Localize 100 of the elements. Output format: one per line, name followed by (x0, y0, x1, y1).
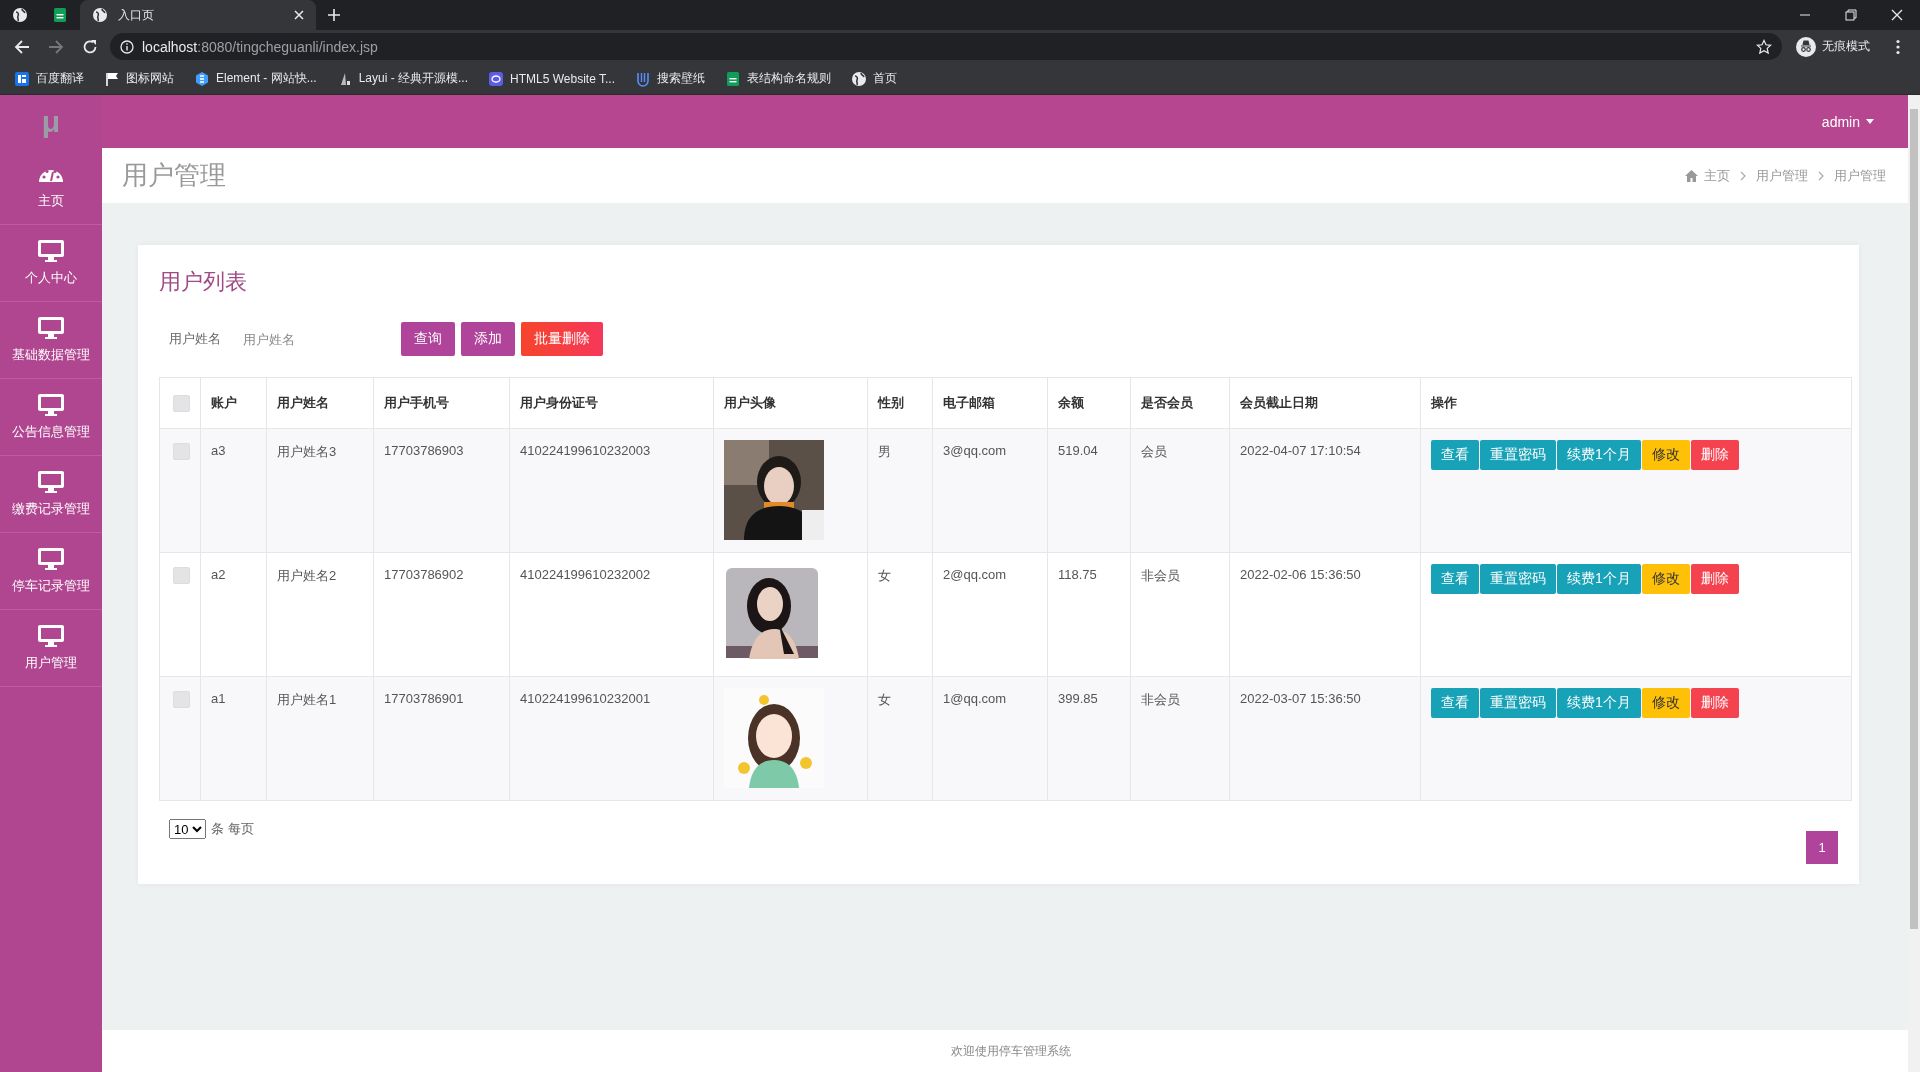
scrollbar[interactable] (1908, 95, 1920, 1072)
table-cell: 男 (867, 428, 933, 553)
table-cell: 399.85 (1047, 676, 1131, 801)
monitor-icon (37, 239, 65, 263)
checkbox[interactable] (173, 691, 190, 708)
star-icon[interactable] (1756, 38, 1772, 55)
column-header: 用户头像 (713, 377, 868, 429)
reload-icon[interactable] (82, 38, 98, 55)
close-icon[interactable] (1891, 9, 1903, 21)
table-cell: 17703786902 (373, 552, 510, 677)
address-bar[interactable]: localhost:8080/tingcheguanli/index.jsp (110, 33, 1782, 60)
action-button[interactable]: 续费1个月 (1557, 564, 1641, 594)
column-header: 用户身份证号 (509, 377, 714, 429)
page-size-label: 条 每页 (211, 820, 254, 838)
column-header: 操作 (1420, 377, 1852, 429)
action-button[interactable]: 修改 (1641, 688, 1690, 718)
bookmark[interactable]: Layui - 经典开源模... (328, 67, 477, 90)
globe-icon (92, 7, 108, 23)
checkbox[interactable] (173, 443, 190, 460)
caret-icon (1866, 119, 1874, 124)
bookmark[interactable]: 图标网站 (96, 67, 182, 90)
table-cell: a1 (200, 676, 267, 801)
search-field[interactable]: 用户姓名 (243, 327, 401, 351)
monitor-icon (37, 547, 65, 571)
forward-icon[interactable] (48, 38, 64, 55)
bookmark[interactable]: 百度翻译 (6, 67, 92, 90)
monitor-icon (37, 316, 65, 340)
action-button[interactable]: 删除 (1690, 440, 1739, 470)
table-cell: 非会员 (1130, 676, 1230, 801)
table-cell: 410224199610232001 (509, 676, 714, 801)
column-header: 余额 (1047, 377, 1131, 429)
column-header: 用户手机号 (373, 377, 510, 429)
translate-icon (14, 70, 30, 87)
bookmark[interactable]: Element - 网站快... (186, 67, 325, 90)
table-cell: 用户姓名1 (266, 676, 374, 801)
home-icon (1685, 169, 1698, 182)
action-button[interactable]: 修改 (1641, 440, 1690, 470)
table-cell: 17703786903 (373, 428, 510, 553)
checkbox[interactable] (173, 394, 190, 412)
action-button[interactable]: 查看 (1431, 564, 1479, 594)
browser-tab[interactable]: 入口页 (80, 0, 316, 30)
column-header: 用户姓名 (266, 377, 374, 429)
page-title: 用户管理 (122, 159, 226, 192)
table-cell: 2022-04-07 17:10:54 (1229, 428, 1421, 553)
table-cell: 女 (867, 552, 933, 677)
batch-delete-button[interactable]: 批量删除 (521, 322, 603, 356)
action-button[interactable]: 查看 (1431, 440, 1479, 470)
globe-icon (851, 70, 867, 87)
monitor-icon (37, 624, 65, 648)
toolbar-button[interactable]: 添加 (461, 322, 515, 356)
action-button[interactable]: 删除 (1690, 564, 1739, 594)
logo: μ (40, 103, 62, 140)
globe-icon[interactable] (12, 7, 28, 23)
action-button[interactable]: 续费1个月 (1557, 440, 1641, 470)
breadcrumb-link[interactable]: 用户管理 (1756, 166, 1808, 185)
chevron-icon (1740, 170, 1746, 181)
page-size-select[interactable]: 10 (169, 819, 206, 839)
flag-icon (104, 70, 120, 87)
table-cell: 2022-03-07 15:36:50 (1229, 676, 1421, 801)
breadcrumb-link[interactable]: 主页 (1704, 166, 1730, 185)
checkbox[interactable] (173, 567, 190, 584)
page-button[interactable]: 1 (1806, 831, 1838, 864)
bookmark[interactable]: HTML5 Website T... (480, 67, 623, 90)
table-cell: 用户姓名3 (266, 428, 374, 553)
table-cell: 3@qq.com (932, 428, 1048, 553)
back-icon[interactable] (14, 38, 30, 55)
sheet-icon[interactable] (52, 7, 68, 23)
table-cell: 用户姓名2 (266, 552, 374, 677)
sheet-icon (725, 70, 741, 87)
url-text: localhost:8080/tingcheguanli/index.jsp (142, 38, 378, 55)
monitor-icon (37, 470, 65, 494)
bookmark[interactable]: 表结构命名规则 (717, 67, 839, 90)
action-button[interactable]: 续费1个月 (1557, 688, 1641, 718)
toolbar-button[interactable]: 查询 (401, 322, 455, 356)
new-tab-icon[interactable] (327, 8, 341, 22)
table-cell: 519.04 (1047, 428, 1131, 553)
card-title: 用户列表 (159, 268, 248, 296)
action-button[interactable]: 查看 (1431, 688, 1479, 718)
restore-icon[interactable] (1845, 9, 1857, 21)
incognito-button[interactable]: 无痕模式 (1788, 33, 1878, 60)
action-button[interactable]: 重置密码 (1480, 564, 1556, 594)
action-button[interactable]: 重置密码 (1480, 688, 1556, 718)
close-icon[interactable] (294, 10, 304, 20)
user-menu[interactable]: admin (1821, 113, 1874, 130)
info-icon (120, 39, 134, 54)
action-button[interactable]: 重置密码 (1480, 440, 1556, 470)
table-cell: 2@qq.com (932, 552, 1048, 677)
table-cell: 非会员 (1130, 552, 1230, 677)
column-header: 账户 (200, 377, 267, 429)
bookmark[interactable]: 首页 (843, 67, 905, 90)
bookmark[interactable]: 搜索壁纸 (627, 67, 713, 90)
more-icon[interactable] (1896, 38, 1900, 55)
table-cell: 410224199610232002 (509, 552, 714, 677)
breadcrumb-link[interactable]: 用户管理 (1834, 166, 1886, 185)
chevron-icon (1818, 170, 1824, 181)
table-cell: 2022-02-06 15:36:50 (1229, 552, 1421, 677)
table-cell: a3 (200, 428, 267, 553)
action-button[interactable]: 删除 (1690, 688, 1739, 718)
field-label: 用户姓名 (169, 330, 222, 348)
action-button[interactable]: 修改 (1641, 564, 1690, 594)
